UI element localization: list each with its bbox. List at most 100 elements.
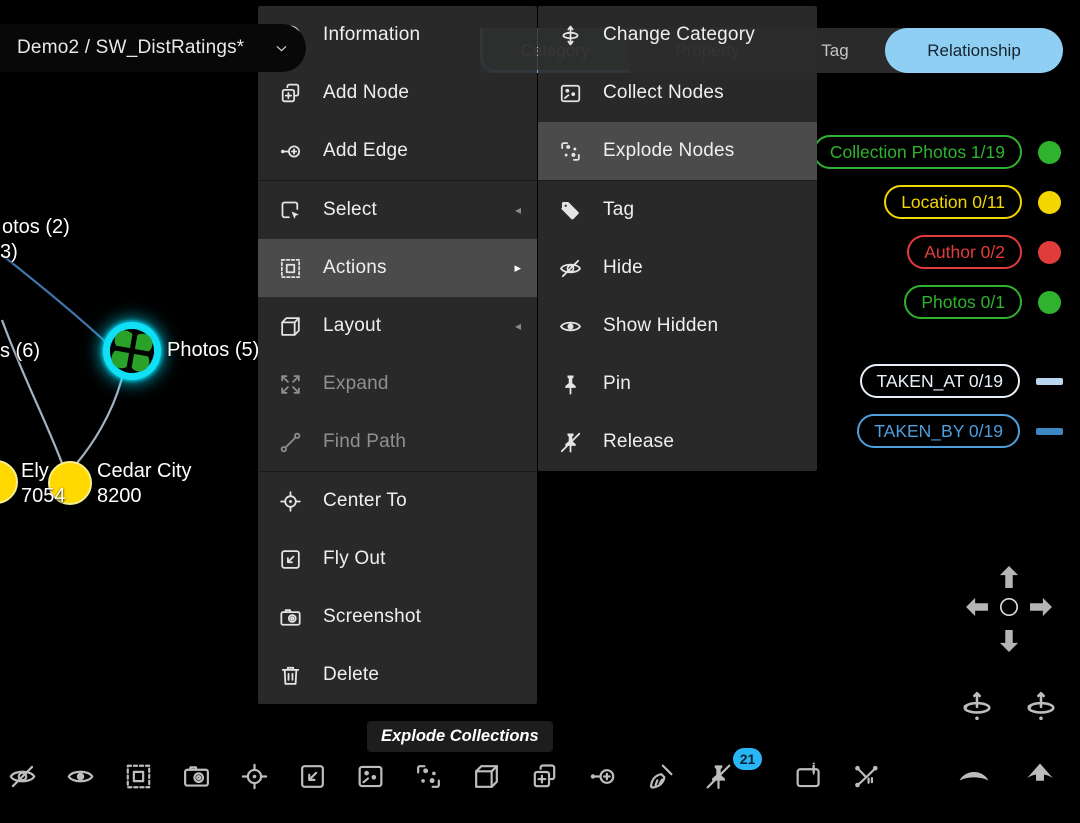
explode-scatter-icon [558, 139, 583, 164]
menu-item-add-node[interactable]: Add Node [258, 64, 537, 122]
relationship-line-swatch[interactable] [1036, 378, 1063, 385]
toolbar-button-hide[interactable] [5, 759, 39, 793]
fly-out-icon [278, 547, 303, 572]
category-pill[interactable]: Author 0/2 [907, 235, 1022, 269]
view-button-raise-view[interactable] [1023, 757, 1057, 791]
menu-item-center-to[interactable]: Center To [258, 472, 537, 530]
pan-right-button[interactable] [1027, 593, 1055, 621]
submenu-arrow-icon: ◂ [515, 203, 521, 217]
menu-item-delete[interactable]: Delete [258, 646, 537, 704]
relationship-pill[interactable]: TAKEN_AT 0/19 [860, 364, 1020, 398]
menu-item-layout[interactable]: Layout ◂ [258, 297, 537, 355]
pan-down-button[interactable] [995, 627, 1023, 655]
camera-icon [278, 605, 303, 630]
workspace-title-pill[interactable]: Demo2 / SW_DistRatings* [0, 24, 306, 72]
selected-node-label: Photos (5) [167, 339, 259, 362]
toolbar-button-pause-physics[interactable] [849, 759, 883, 793]
eye-off-icon [558, 256, 583, 281]
toolbar-button-explode-collections[interactable] [411, 759, 445, 793]
bottom-toolbar: 21 [5, 759, 735, 793]
submenu-item-collect-nodes[interactable]: Collect Nodes [538, 64, 817, 122]
legend-category-location-0-11: Location 0/11 [813, 185, 1061, 219]
legend-category-photos-0-1: Photos 0/1 [813, 285, 1061, 319]
submenu-arrow-icon: ▸ [514, 260, 521, 276]
toolbar-button-screenshot[interactable] [179, 759, 213, 793]
clover-petals-icon [107, 326, 158, 377]
legend-relationships: TAKEN_AT 0/19 TAKEN_BY 0/19 [857, 364, 1061, 464]
node-name: Cedar City [97, 459, 191, 484]
category-color-dot[interactable] [1038, 291, 1061, 314]
tab-relationship[interactable]: Relationship [885, 28, 1063, 73]
menu-item-fly-out[interactable]: Fly Out [258, 530, 537, 588]
toolbar-button-layout[interactable] [469, 759, 503, 793]
menu-item-expand[interactable]: Expand [258, 355, 537, 413]
toolbar-button-fly-out[interactable] [295, 759, 329, 793]
orbit-left-button[interactable] [959, 688, 995, 724]
select-cursor-icon [278, 198, 303, 223]
menu-item-screenshot[interactable]: Screenshot [258, 588, 537, 646]
toolbar-button-release-pins[interactable]: 21 [701, 759, 735, 793]
actions-submenu: Change Category Collect Nodes Explode No… [538, 6, 817, 471]
submenu-arrow-icon: ◂ [515, 319, 521, 333]
toolbar-button-show[interactable] [63, 759, 97, 793]
collect-picture-icon [355, 761, 386, 792]
toolbar-button-add-edge[interactable] [585, 759, 619, 793]
add-node-icon [529, 761, 560, 792]
actions-chip-icon [123, 761, 154, 792]
pan-left-button[interactable] [963, 593, 991, 621]
submenu-item-pin[interactable]: Pin [538, 355, 817, 413]
category-color-dot[interactable] [1038, 141, 1061, 164]
orbit-right-button[interactable] [1023, 688, 1059, 724]
bottom-toolbar-secondary [791, 759, 883, 793]
submenu-item-change-category[interactable]: Change Category [538, 6, 817, 64]
partial-node-label: otos (2) [2, 216, 70, 239]
workspace-title: Demo2 / SW_DistRatings* [17, 37, 244, 59]
eye-off-icon [7, 761, 38, 792]
toolbar-button-add-node[interactable] [527, 759, 561, 793]
relationship-pill[interactable]: TAKEN_BY 0/19 [857, 414, 1020, 448]
toolbar-button-select-region[interactable] [121, 759, 155, 793]
tooltip: Explode Collections [367, 721, 553, 752]
menu-item-find-path[interactable]: Find Path [258, 413, 537, 471]
category-pill[interactable]: Photos 0/1 [904, 285, 1022, 319]
center-to-icon [278, 489, 303, 514]
legend-categories: Collection Photos 1/19 Location 0/11 Aut… [813, 135, 1061, 335]
view-toolbar [957, 757, 1057, 791]
node-label-cedar-city: Cedar City 8200 [97, 459, 191, 509]
category-pill[interactable]: Location 0/11 [884, 185, 1022, 219]
menu-item-select[interactable]: Select ◂ [258, 181, 537, 239]
find-path-icon [278, 430, 303, 455]
view-button-flatten-view[interactable] [957, 757, 991, 791]
cube-3d-icon [471, 761, 502, 792]
expand-arrows-icon [278, 372, 303, 397]
category-color-dot[interactable] [1038, 241, 1061, 264]
menu-item-actions[interactable]: Actions ▸ [258, 239, 537, 297]
toolbar-button-collect-nodes[interactable] [353, 759, 387, 793]
tag-icon [558, 198, 583, 223]
submenu-item-hide[interactable]: Hide [538, 239, 817, 297]
category-color-dot[interactable] [1038, 191, 1061, 214]
pan-up-button[interactable] [995, 563, 1023, 591]
toolbar-button-clean-up[interactable] [643, 759, 677, 793]
submenu-item-tag[interactable]: Tag [538, 181, 817, 239]
trash-icon [278, 663, 303, 688]
menu-item-add-edge[interactable]: Add Edge [258, 122, 537, 180]
add-node-icon [278, 81, 303, 106]
broom-icon [645, 761, 676, 792]
tablet-pen-icon [793, 761, 824, 792]
chevron-down-icon[interactable] [273, 40, 290, 57]
partial-node-label: s (6) [0, 340, 40, 363]
category-pill[interactable]: Collection Photos 1/19 [813, 135, 1022, 169]
node-value: 8200 [97, 484, 191, 509]
pin-icon [558, 372, 583, 397]
relationship-line-swatch[interactable] [1036, 428, 1063, 435]
pan-center-button[interactable] [997, 595, 1021, 619]
submenu-item-show-hidden[interactable]: Show Hidden [538, 297, 817, 355]
toolbar-button-annotate[interactable] [791, 759, 825, 793]
submenu-item-explode-nodes[interactable]: Explode Nodes [538, 122, 817, 180]
submenu-item-release[interactable]: Release [538, 413, 817, 471]
node-name: Ely [21, 459, 66, 484]
explode-scatter-icon [413, 761, 444, 792]
legend-relationship-taken-at-0-19: TAKEN_AT 0/19 [857, 364, 1061, 398]
toolbar-button-center-to[interactable] [237, 759, 271, 793]
